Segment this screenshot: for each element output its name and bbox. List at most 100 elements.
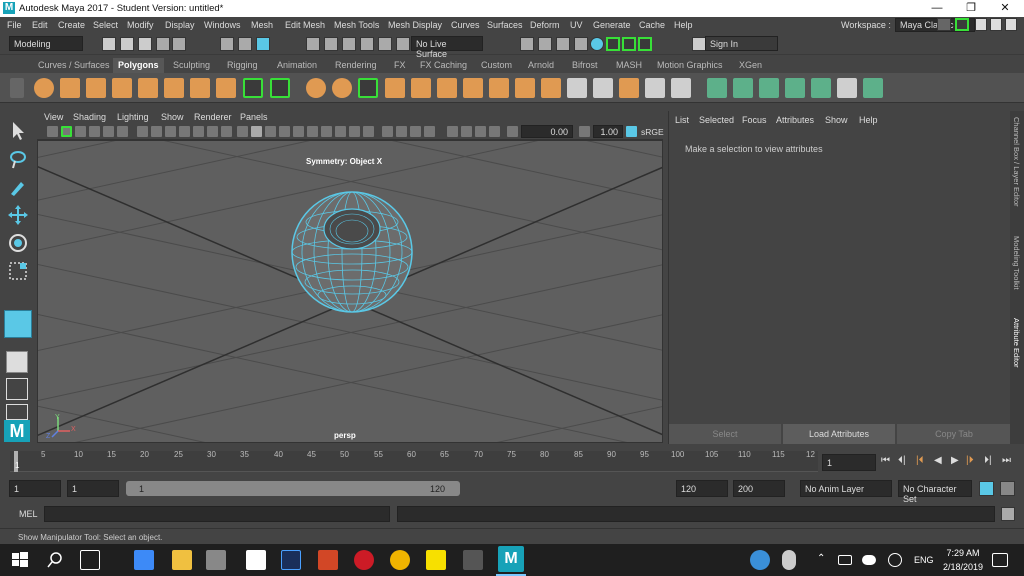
wireframe-icon[interactable] [237, 126, 248, 137]
playback-end-field[interactable]: 120 [676, 480, 728, 497]
checker-icon[interactable] [837, 78, 857, 98]
xray-icon[interactable] [396, 126, 407, 137]
ambient-occlusion-icon[interactable] [321, 126, 332, 137]
menu-file[interactable]: File [7, 20, 22, 30]
smooth-icon[interactable] [385, 78, 405, 98]
layout-persp-outliner-icon[interactable] [6, 404, 28, 420]
panel-layout-icon[interactable] [975, 18, 987, 31]
hud-toggle-1-icon[interactable] [447, 126, 458, 137]
menu-set-select[interactable]: Modeling [9, 36, 83, 51]
poly-torus-icon[interactable] [164, 78, 184, 98]
gate-mask-icon[interactable] [179, 126, 190, 137]
viewport-persp[interactable]: Symmetry: Object X persp Y X Z [37, 140, 663, 443]
sign-in-button[interactable]: Sign In [705, 36, 778, 51]
attr-select-button[interactable]: Select [669, 424, 781, 444]
lasso-tool-icon[interactable] [7, 148, 29, 170]
menu-surfaces[interactable]: Surfaces [487, 20, 523, 30]
xray-active-icon[interactable] [424, 126, 435, 137]
auto-key-icon[interactable] [979, 481, 994, 496]
shelf-tab-rendering[interactable]: Rendering [330, 58, 382, 73]
attr-menu-help[interactable]: Help [859, 115, 878, 125]
xray-joints-icon[interactable] [410, 126, 421, 137]
file-explorer-icon[interactable] [172, 550, 192, 570]
open-scene-icon[interactable] [120, 37, 134, 51]
render-view-icon[interactable] [520, 37, 534, 51]
step-forward-frame-button[interactable]: |⏵ [966, 455, 974, 466]
clock-date[interactable]: 2/18/2019 [940, 562, 986, 572]
attr-menu-selected[interactable]: Selected [699, 115, 734, 125]
snap-surface-icon[interactable] [378, 37, 392, 51]
character-set-select[interactable]: No Character Set [898, 480, 972, 504]
render-settings-icon[interactable] [574, 37, 588, 51]
time-slider[interactable]: 5 10 15 20 25 30 35 40 45 50 55 60 65 70… [0, 448, 1024, 476]
panel-menu-lighting[interactable]: Lighting [117, 112, 149, 122]
isolate-select-icon[interactable] [382, 126, 393, 137]
motion-blur-icon[interactable] [335, 126, 346, 137]
nurbs-tool-4-icon[interactable] [785, 78, 805, 98]
people-icon[interactable] [782, 550, 796, 570]
grid-toggle-icon[interactable] [137, 126, 148, 137]
snap-view-icon[interactable] [360, 37, 374, 51]
shelf-settings-icon[interactable] [10, 78, 24, 98]
target-weld-icon[interactable] [515, 78, 535, 98]
document-icon[interactable] [246, 550, 266, 570]
torus-mesh[interactable] [282, 187, 422, 317]
go-to-start-button[interactable]: ⏮ [881, 455, 890, 466]
camera-attr-icon[interactable] [61, 126, 72, 137]
gamma-field[interactable]: 1.00 [593, 125, 623, 138]
layout-single-icon[interactable] [6, 351, 28, 373]
step-forward-key-button[interactable]: ⏵| [984, 455, 992, 466]
hypershade-icon[interactable] [590, 37, 604, 51]
toggle-ui-2-icon[interactable] [622, 37, 636, 51]
shelf-tab-fx[interactable]: FX [389, 58, 411, 73]
smooth-shade-icon[interactable] [251, 126, 262, 137]
nurbs-tool-6-icon[interactable] [863, 78, 883, 98]
store-icon[interactable] [206, 550, 226, 570]
powerpoint-icon[interactable] [318, 550, 338, 570]
snap-point-icon[interactable] [342, 37, 356, 51]
menu-mesh[interactable]: Mesh [251, 20, 273, 30]
safe-title-icon[interactable] [221, 126, 232, 137]
poly-cube-icon[interactable] [60, 78, 80, 98]
new-scene-icon[interactable] [102, 37, 116, 51]
windows-start-icon[interactable] [10, 550, 30, 570]
shadows-icon[interactable] [307, 126, 318, 137]
move-tool-icon[interactable] [7, 204, 29, 226]
bevel-icon[interactable] [463, 78, 483, 98]
poly-plane-icon[interactable] [138, 78, 158, 98]
multi-cut-icon[interactable] [489, 78, 509, 98]
opera-icon[interactable] [354, 550, 374, 570]
hud-toggle-4-icon[interactable] [489, 126, 500, 137]
exposure-icon[interactable] [507, 126, 518, 137]
camera-select-icon[interactable] [47, 126, 58, 137]
auto-map-icon[interactable] [645, 78, 665, 98]
toggle-ui-1-icon[interactable] [606, 37, 620, 51]
depth-of-field-icon[interactable] [363, 126, 374, 137]
select-component-icon[interactable] [256, 37, 270, 51]
gamma-icon[interactable] [579, 126, 590, 137]
film-gate-icon[interactable] [151, 126, 162, 137]
current-frame-field[interactable]: 1 [822, 454, 876, 471]
textured-icon[interactable] [279, 126, 290, 137]
unity-icon[interactable] [463, 550, 483, 570]
help-tray-icon[interactable] [750, 550, 770, 570]
shelf-tab-curves-surfaces[interactable]: Curves / Surfaces [33, 58, 115, 73]
menu-windows[interactable]: Windows [204, 20, 241, 30]
panel-layout-3-icon[interactable] [1005, 18, 1017, 31]
layout-toggle-icon[interactable] [955, 18, 969, 31]
shelf-tab-polygons[interactable]: Polygons [113, 58, 164, 73]
shelf-tab-mash[interactable]: MASH [611, 58, 647, 73]
menu-help[interactable]: Help [674, 20, 693, 30]
shelf-tab-sculpting[interactable]: Sculpting [168, 58, 215, 73]
side-tab-attribute-editor[interactable]: Attribute Editor [1012, 318, 1021, 368]
photoshop-icon[interactable] [281, 550, 301, 570]
shelf-tab-animation[interactable]: Animation [272, 58, 322, 73]
load-attributes-button[interactable]: Load Attributes [783, 424, 895, 444]
mirror-icon[interactable] [358, 78, 378, 98]
select-object-icon[interactable] [238, 37, 252, 51]
panel-menu-panels[interactable]: Panels [240, 112, 268, 122]
side-tab-modeling-toolkit[interactable]: Modeling Toolkit [1012, 236, 1021, 290]
paint-select-tool-icon[interactable] [7, 176, 29, 198]
attr-menu-show[interactable]: Show [825, 115, 848, 125]
ipr-render-icon[interactable] [556, 37, 570, 51]
